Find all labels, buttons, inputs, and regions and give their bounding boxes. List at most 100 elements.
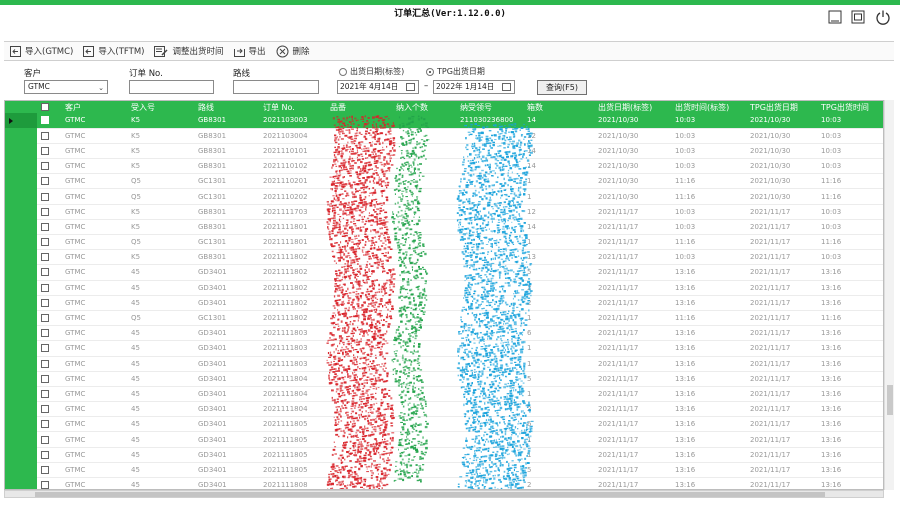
row-select-cell[interactable] <box>37 295 61 311</box>
row-checkbox[interactable] <box>41 268 49 277</box>
column-header[interactable]: TPG出货时间 <box>817 101 883 113</box>
row-select-cell[interactable] <box>37 143 61 160</box>
table-row[interactable]: GTMC 45 GD3401 2021111804 2 2021/11/17 13:16 20… <box>37 401 883 418</box>
row-select-cell[interactable] <box>37 158 61 175</box>
row-select-cell[interactable] <box>37 173 61 190</box>
row-select-cell[interactable] <box>37 204 61 220</box>
table-row[interactable]: GTMC 45 GD3401 2021111802 5 2021/11/17 13:16 20… <box>37 264 883 281</box>
row-select-cell[interactable] <box>37 431 61 448</box>
select-all-checkbox[interactable] <box>41 103 49 111</box>
export-button[interactable]: 导出 <box>233 42 266 60</box>
column-header[interactable]: 纳入个数 <box>392 101 456 113</box>
horizontal-scrollbar[interactable] <box>4 490 884 498</box>
table-row[interactable]: GTMC K5 GB8301 2021103004 12 2021/10/30 10:03 2… <box>37 128 883 144</box>
row-select-cell[interactable] <box>37 401 61 418</box>
row-checkbox[interactable] <box>41 192 49 201</box>
row-select-cell[interactable] <box>37 356 61 372</box>
column-header[interactable]: 品番 <box>326 101 392 113</box>
table-row[interactable]: GTMC 45 GD3401 2021111803 6 2021/11/17 13:16 20… <box>37 325 883 342</box>
table-row[interactable]: GTMC K5 GB8301 2021111801 14 2021/11/17 10:03 2… <box>37 219 883 236</box>
maximize-button[interactable] <box>849 8 867 26</box>
row-checkbox[interactable] <box>41 253 49 262</box>
row-checkbox[interactable] <box>41 207 49 216</box>
table-row[interactable]: GTMC 45 GD3401 2021111808 2 2021/11/17 13:16 20… <box>37 477 883 489</box>
column-header[interactable]: 受入号 <box>127 101 194 113</box>
import-gtmc-button[interactable]: 导入(GTMC) <box>10 42 73 60</box>
order-no-input[interactable] <box>129 80 214 94</box>
table-row[interactable]: GTMC 45 GD3401 2021111805 1 2021/11/17 13:16 20… <box>37 447 883 463</box>
table-row[interactable]: GTMC K5 GB8301 2021110101 14 2021/10/30 10:03 2… <box>37 143 883 160</box>
row-checkbox[interactable] <box>41 162 49 171</box>
row-select-cell[interactable] <box>37 371 61 387</box>
row-checkbox[interactable] <box>41 177 49 186</box>
row-checkbox[interactable] <box>41 238 49 247</box>
row-checkbox[interactable] <box>41 298 49 307</box>
header-select-all[interactable] <box>37 101 61 113</box>
row-select-cell[interactable] <box>37 113 61 129</box>
column-header[interactable]: 订单 No. <box>259 101 326 113</box>
row-checkbox[interactable] <box>41 131 49 140</box>
route-input[interactable] <box>233 80 319 94</box>
table-row[interactable]: GTMC 45 GD3401 2021111804 1 2021/11/17 13:16 20… <box>37 386 883 403</box>
table-row[interactable]: GTMC Q5 GC1301 2021110202 1 2021/10/30 11:16 20… <box>37 188 883 205</box>
row-select-cell[interactable] <box>37 477 61 489</box>
date-from-picker[interactable]: 2021年 4月14日 <box>337 80 419 94</box>
row-select-cell[interactable] <box>37 340 61 357</box>
row-select-cell[interactable] <box>37 386 61 403</box>
power-button[interactable] <box>874 8 892 26</box>
column-header[interactable]: TPG出货日期 <box>746 101 817 113</box>
scrollbar-thumb[interactable] <box>35 492 825 497</box>
table-row[interactable]: GTMC 45 GD3401 2021111804 5 2021/11/17 13:16 20… <box>37 371 883 387</box>
row-select-cell[interactable] <box>37 249 61 266</box>
radio-tpg-date[interactable]: TPG出货日期 <box>426 66 485 77</box>
row-select-cell[interactable] <box>37 416 61 433</box>
query-button[interactable]: 查询(F5) <box>537 80 587 95</box>
row-select-cell[interactable] <box>37 264 61 281</box>
table-row[interactable]: GTMC Q5 GC1301 2021110201 1 2021/10/30 11:16 20… <box>37 173 883 190</box>
row-checkbox[interactable] <box>41 222 49 231</box>
row-checkbox[interactable] <box>41 481 49 489</box>
row-select-cell[interactable] <box>37 188 61 205</box>
table-row[interactable]: GTMC 45 GD3401 2021111805 1 2021/11/17 13:16 20… <box>37 431 883 448</box>
table-row[interactable]: GTMC K5 GB8301 2021103003 211030236800 14 2021… <box>37 113 883 129</box>
row-checkbox[interactable] <box>41 329 49 338</box>
row-checkbox[interactable] <box>41 374 49 383</box>
row-select-cell[interactable] <box>37 219 61 236</box>
minimize-button[interactable] <box>826 8 844 26</box>
column-header[interactable]: 箱数 <box>523 101 594 113</box>
table-row[interactable]: GTMC 45 GD3401 2021111805 5 2021/11/17 13:16 20… <box>37 462 883 479</box>
row-select-cell[interactable] <box>37 280 61 296</box>
table-row[interactable]: GTMC 45 GD3401 2021111802 2 2021/11/17 13:16 20… <box>37 295 883 311</box>
row-checkbox[interactable] <box>41 314 49 323</box>
table-row[interactable]: GTMC 45 GD3401 2021111803 1 2021/11/17 13:16 20… <box>37 340 883 357</box>
row-checkbox[interactable] <box>41 435 49 444</box>
table-row[interactable]: GTMC K5 GB8301 2021111703 12 2021/11/17 10:03 2… <box>37 204 883 220</box>
row-select-cell[interactable] <box>37 234 61 251</box>
row-select-cell[interactable] <box>37 462 61 479</box>
row-checkbox[interactable] <box>41 420 49 429</box>
column-header[interactable]: 路线 <box>194 101 259 113</box>
row-checkbox[interactable] <box>41 405 49 414</box>
date-to-picker[interactable]: 2022年 1月14日 <box>433 80 515 94</box>
table-row[interactable]: GTMC Q5 GC1301 2021111802 1 2021/11/17 11:16 20… <box>37 310 883 327</box>
row-checkbox[interactable] <box>41 359 49 368</box>
import-tftm-button[interactable]: 导入(TFTM) <box>83 42 144 60</box>
column-header[interactable]: 出货日期(标签) <box>594 101 671 113</box>
row-checkbox[interactable] <box>41 465 49 474</box>
row-select-cell[interactable] <box>37 447 61 463</box>
radio-ship-date[interactable]: 出货日期(标签) <box>339 66 404 77</box>
row-checkbox[interactable] <box>41 146 49 155</box>
table-row[interactable]: GTMC 45 GD3401 2021111803 1 2021/11/17 13:16 20… <box>37 356 883 372</box>
vertical-scrollbar[interactable] <box>884 100 894 490</box>
table-row[interactable]: GTMC K5 GB8301 2021110102 14 2021/10/30 10:03 2… <box>37 158 883 175</box>
row-select-cell[interactable] <box>37 128 61 144</box>
row-select-cell[interactable] <box>37 310 61 327</box>
table-row[interactable]: GTMC Q5 GC1301 2021111801 1 2021/11/17 11:16 20… <box>37 234 883 251</box>
row-checkbox[interactable] <box>41 450 49 459</box>
column-header[interactable]: 出货时间(标签) <box>671 101 746 113</box>
column-header[interactable]: 客户 <box>61 101 127 113</box>
scrollbar-thumb[interactable] <box>887 385 893 415</box>
adjust-ship-time-button[interactable]: 调整出货时间 <box>154 42 224 60</box>
row-checkbox[interactable] <box>41 389 49 398</box>
row-checkbox[interactable] <box>41 344 49 353</box>
